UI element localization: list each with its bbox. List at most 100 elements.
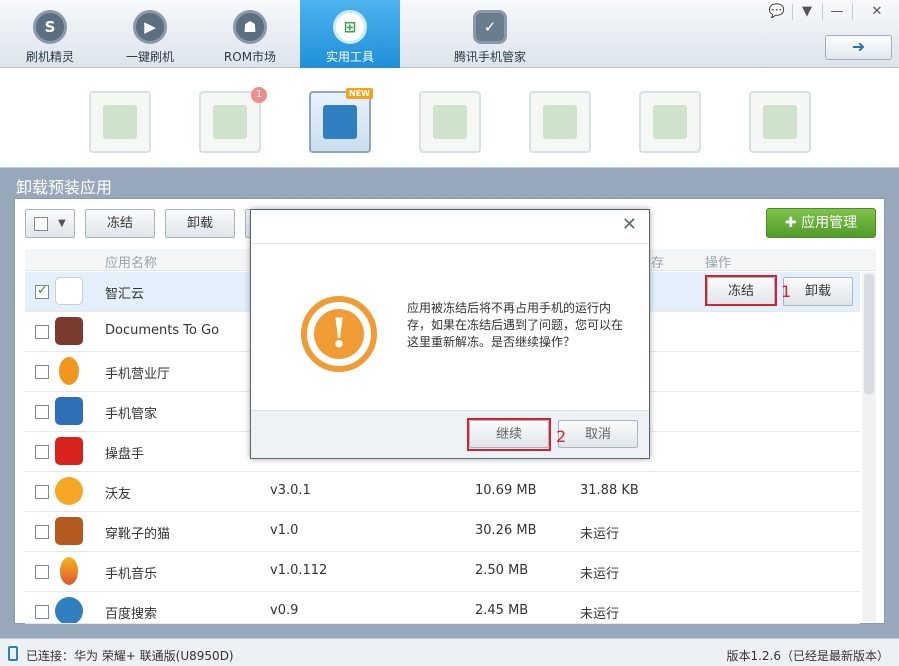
close-icon[interactable]: ✕ bbox=[622, 214, 637, 235]
app-version: v1.0 bbox=[270, 523, 299, 538]
puss-in-boots-app-icon bbox=[55, 517, 83, 545]
app-version: v1.0.112 bbox=[270, 563, 328, 578]
nav-rom-market[interactable]: ☗ ROM市场 bbox=[200, 0, 300, 68]
row-uninstall-button[interactable]: 卸载 bbox=[783, 277, 853, 306]
music-app-icon bbox=[60, 557, 78, 585]
tool-backup[interactable] bbox=[419, 91, 481, 153]
app-manage-button[interactable]: ✚ 应用管理 bbox=[766, 208, 876, 238]
download-arrow-icon: ➜ bbox=[851, 37, 866, 56]
tool-settings[interactable] bbox=[639, 91, 701, 153]
grid-icon: ⊞ bbox=[333, 10, 367, 44]
app-size: 30.26 MB bbox=[475, 523, 537, 538]
puzzle-icon: ✚ bbox=[784, 215, 802, 231]
app-memory: 未运行 bbox=[580, 567, 620, 582]
status-bar: 已连接：华为 荣耀+ 联通版(U8950D) 版本1.2.6（已经是最新版本） bbox=[0, 638, 899, 666]
uninstall-button[interactable]: 卸载 bbox=[165, 209, 235, 238]
section-title: 卸载预装应用 bbox=[16, 178, 113, 197]
cancel-button[interactable]: 取消 bbox=[558, 420, 638, 448]
select-dropdown[interactable]: ▼ bbox=[25, 209, 75, 238]
app-name: 沃友 bbox=[105, 487, 132, 502]
app-name: 智汇云 bbox=[105, 287, 145, 302]
app-name: Documents To Go bbox=[105, 323, 220, 338]
dialog-message: 应用被冻结后将不再占用手机的运行内存，如果在冻结后遇到了问题，您可以在这里重新解… bbox=[407, 301, 624, 349]
dialog-footer: 继续 取消 2 bbox=[251, 410, 649, 458]
tool-uninstall-preinstalled[interactable]: NEW bbox=[309, 88, 373, 153]
row-checkbox[interactable] bbox=[35, 525, 49, 539]
chevron-down-icon: ▼ bbox=[58, 218, 66, 229]
tool-restore[interactable] bbox=[529, 91, 591, 153]
table-row[interactable]: 沃友 v3.0.1 10.69 MB 31.88 KB bbox=[25, 472, 860, 512]
nav-tools[interactable]: ⊞ 实用工具 bbox=[300, 0, 400, 68]
table-row[interactable]: 穿靴子的猫 v1.0 30.26 MB 未运行 bbox=[25, 512, 860, 552]
app-name: 手机营业厅 bbox=[105, 367, 171, 382]
scrollbar-thumb[interactable] bbox=[864, 274, 874, 394]
row-checkbox[interactable] bbox=[35, 283, 49, 299]
nav-flash-wizard[interactable]: S 刷机精灵 bbox=[0, 0, 100, 68]
vertical-scrollbar[interactable] bbox=[862, 272, 876, 622]
bag-icon bbox=[103, 105, 137, 139]
nav-label: 腾讯手机管家 bbox=[453, 50, 526, 64]
app-size: 2.45 MB bbox=[475, 603, 529, 618]
table-row[interactable]: 手机音乐 v1.0.112 2.50 MB 未运行 bbox=[25, 552, 860, 592]
row-checkbox[interactable] bbox=[35, 405, 49, 419]
app-version: v3.0.1 bbox=[270, 483, 311, 498]
header-action: 操作 bbox=[705, 256, 732, 271]
puzzle-icon bbox=[213, 105, 247, 139]
app-manage-label: 应用管理 bbox=[801, 215, 858, 231]
annotation-box-continue bbox=[467, 418, 551, 451]
phone-manager-app-icon bbox=[55, 397, 83, 425]
trader-app-icon bbox=[55, 437, 83, 465]
annotation-number-2: 2 bbox=[556, 427, 567, 446]
app-size: 10.69 MB bbox=[475, 483, 537, 498]
warning-icon: ! bbox=[301, 296, 377, 372]
annotation-box-freeze bbox=[705, 275, 777, 306]
nav-one-click-flash[interactable]: ▶ 一键刷机 bbox=[100, 0, 200, 68]
close-icon[interactable]: ✕ bbox=[863, 2, 891, 22]
version-status[interactable]: 版本1.2.6（已经是最新版本） bbox=[726, 647, 889, 664]
play-icon: ▶ bbox=[133, 10, 167, 44]
nav-label: ROM市场 bbox=[223, 50, 277, 64]
divider bbox=[852, 4, 853, 20]
documents-to-go-app-icon bbox=[55, 317, 83, 345]
minimize-icon[interactable]: — bbox=[823, 2, 851, 22]
row-checkbox[interactable] bbox=[35, 365, 49, 379]
feedback-icon[interactable]: 💬 bbox=[763, 2, 791, 22]
row-checkbox[interactable] bbox=[35, 325, 49, 339]
file-export-icon bbox=[543, 105, 577, 139]
app-name: 手机音乐 bbox=[105, 567, 158, 582]
baidu-search-app-icon bbox=[55, 597, 83, 623]
select-all-checkbox[interactable] bbox=[34, 217, 48, 231]
row-checkbox[interactable] bbox=[35, 485, 49, 499]
header-app-name: 应用名称 bbox=[105, 256, 158, 271]
documents-icon bbox=[433, 105, 467, 139]
annotation-number-1: 1 bbox=[781, 282, 792, 301]
top-nav-bar: S 刷机精灵 ▶ 一键刷机 ☗ ROM市场 ⊞ 实用工具 ✓ 腾讯手机管家 💬 … bbox=[0, 0, 899, 68]
header-storage: 存 bbox=[651, 256, 665, 271]
app-version: v0.9 bbox=[270, 603, 299, 618]
row-checkbox[interactable] bbox=[35, 605, 49, 619]
brush-logo-icon: S bbox=[33, 10, 67, 44]
app-memory: 31.88 KB bbox=[580, 483, 639, 498]
freeze-confirm-dialog: ✕ ! 应用被冻结后将不再占用手机的运行内存，如果在冻结后遇到了问题，您可以在这… bbox=[250, 209, 650, 459]
nav-tencent-manager[interactable]: ✓ 腾讯手机管家 bbox=[430, 0, 550, 68]
divider bbox=[251, 243, 649, 244]
app-name: 手机管家 bbox=[105, 407, 158, 422]
new-badge: NEW bbox=[346, 88, 373, 99]
app-name: 穿靴子的猫 bbox=[105, 527, 171, 542]
nav-label: 刷机精灵 bbox=[25, 50, 74, 64]
android-icon: ☗ bbox=[233, 10, 267, 44]
row-checkbox[interactable] bbox=[35, 565, 49, 579]
app-memory: 未运行 bbox=[580, 607, 620, 622]
tool-app-store[interactable] bbox=[89, 91, 151, 153]
app-name: 百度搜索 bbox=[105, 607, 158, 622]
nav-label: 实用工具 bbox=[325, 50, 374, 64]
app-size: 2.50 MB bbox=[475, 563, 529, 578]
menu-icon[interactable]: ▼ bbox=[793, 2, 821, 22]
update-button[interactable]: ➜ bbox=[825, 35, 892, 60]
freeze-button[interactable]: 冻结 bbox=[85, 209, 155, 238]
app-memory: 未运行 bbox=[580, 527, 620, 542]
tool-plugins[interactable]: 1 bbox=[199, 87, 267, 153]
tool-config-export[interactable] bbox=[749, 91, 811, 153]
row-checkbox[interactable] bbox=[35, 445, 49, 459]
table-row[interactable]: 百度搜索 v0.9 2.45 MB 未运行 bbox=[25, 592, 860, 624]
